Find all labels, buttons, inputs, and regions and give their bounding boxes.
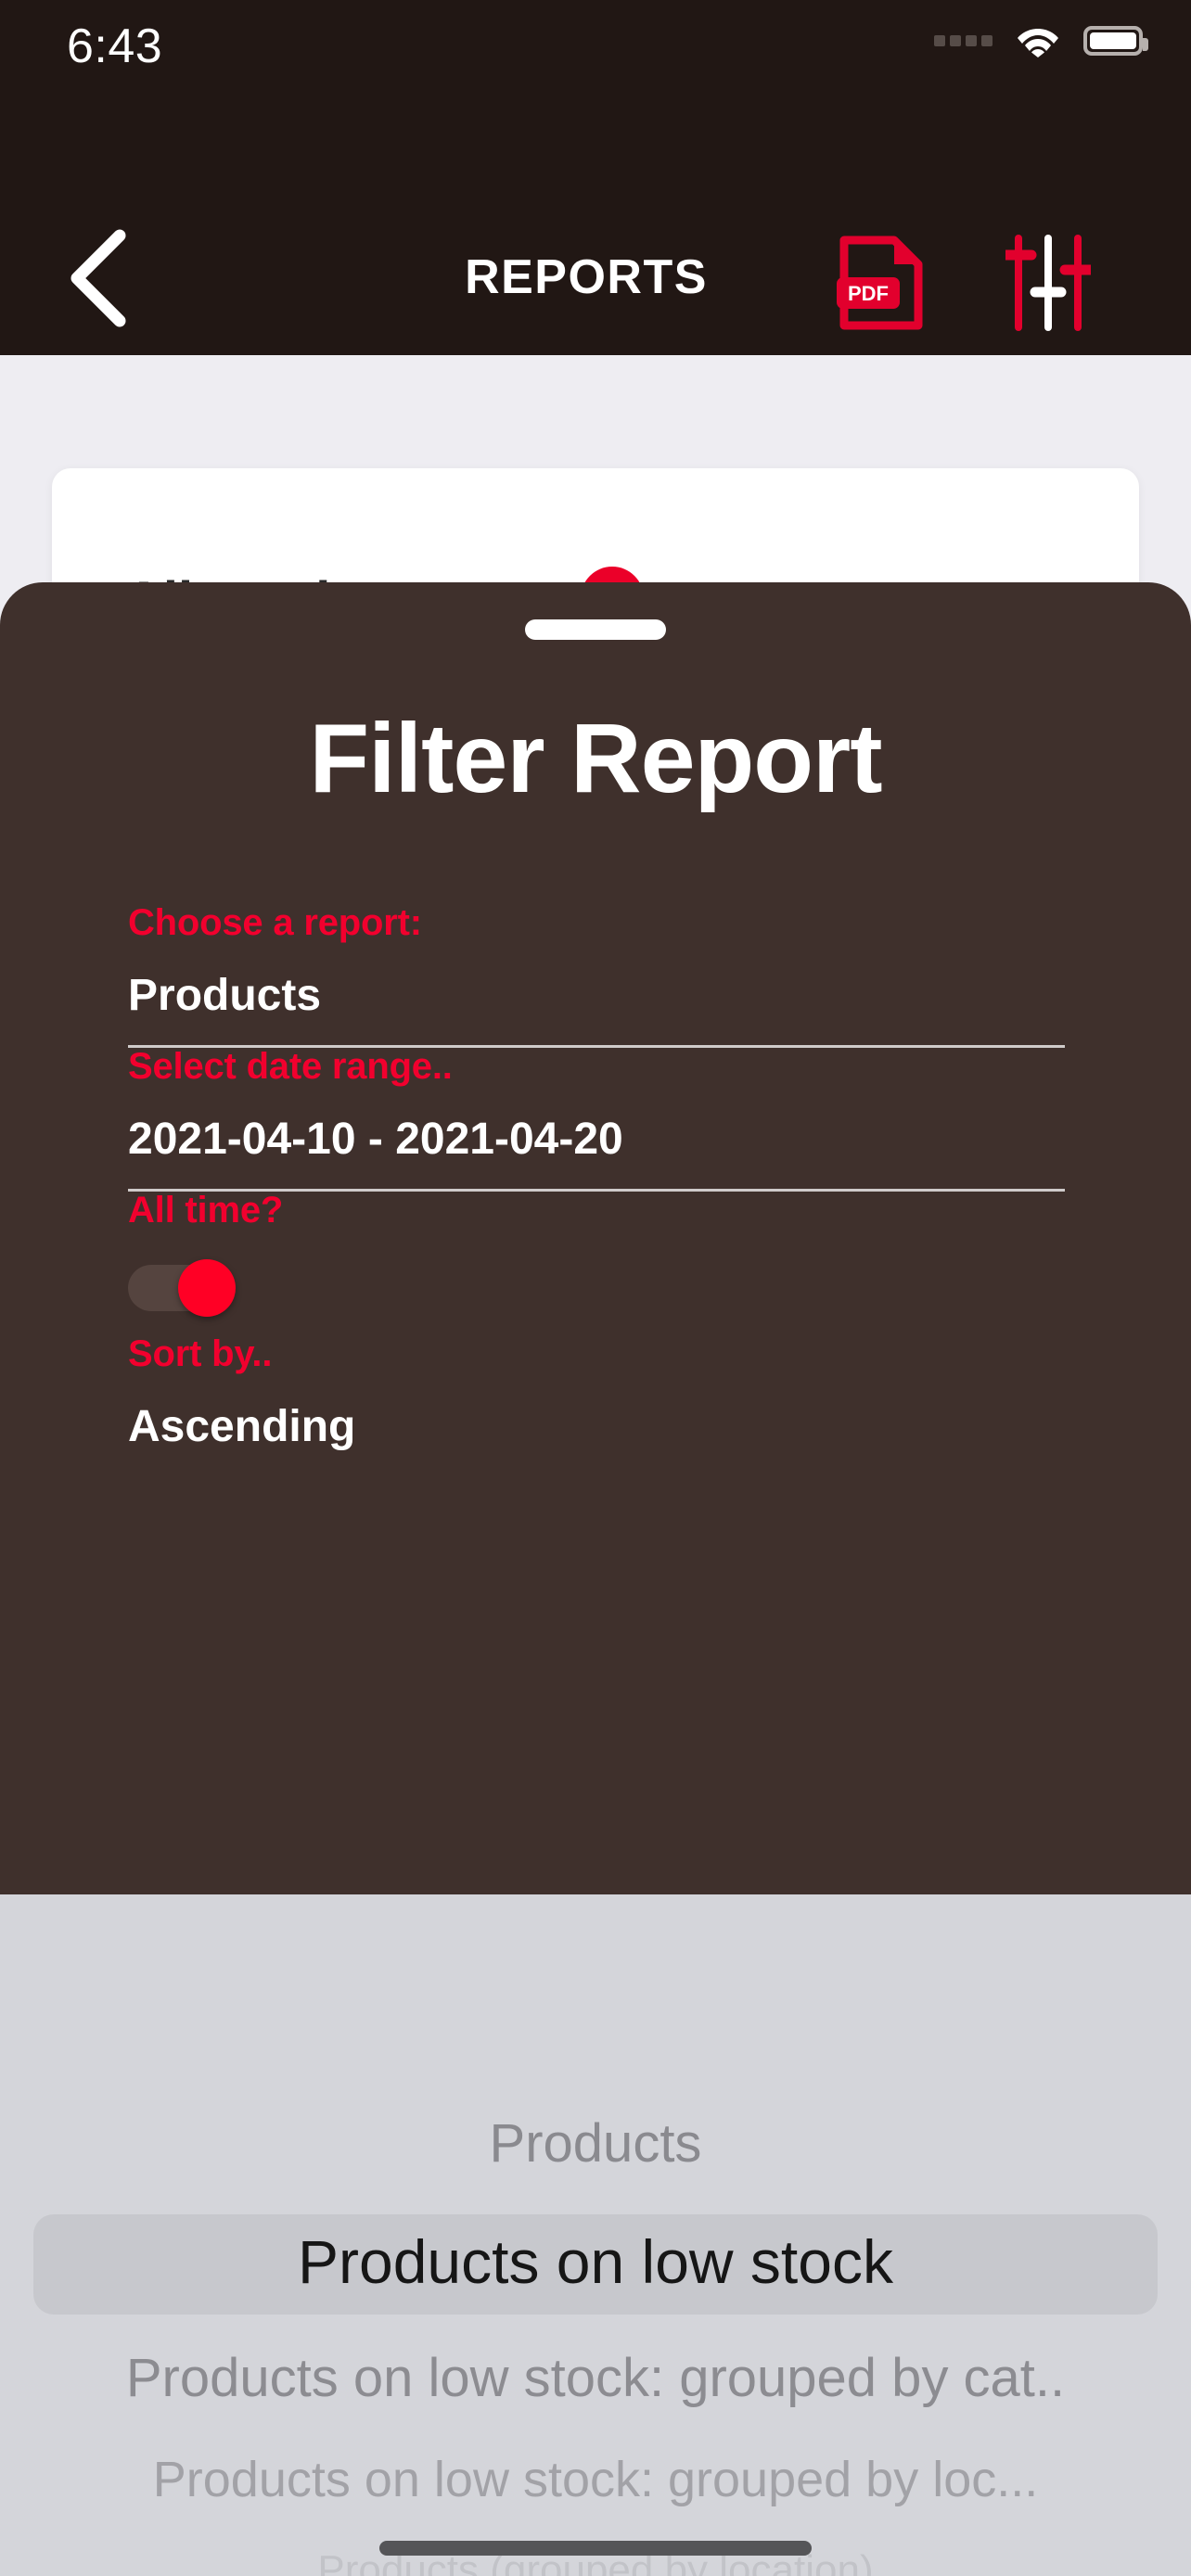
- field-choose-report[interactable]: Choose a report: Products: [128, 902, 1065, 1048]
- report-picker-wheel[interactable]: Products Products on low stock Products …: [0, 1894, 1191, 2576]
- battery-full-icon: [1083, 26, 1148, 56]
- all-time-label: All time?: [128, 1190, 284, 1231]
- svg-text:PDF: PDF: [848, 282, 889, 305]
- field-date-range[interactable]: Select date range.. 2021-04-10 - 2021-04…: [128, 1046, 1065, 1192]
- picker-option[interactable]: Products: [0, 2112, 1191, 2174]
- pdf-export-button[interactable]: PDF: [830, 236, 932, 331]
- all-time-toggle[interactable]: [128, 1259, 243, 1317]
- navigation-bar: REPORTS PDF: [0, 199, 1191, 355]
- sheet-grabber-handle[interactable]: [525, 619, 666, 640]
- date-range-value[interactable]: 2021-04-10 - 2021-04-20: [128, 1114, 1065, 1165]
- pdf-export-icon: PDF: [837, 235, 926, 336]
- status-bar: 6:43: [0, 0, 1191, 199]
- status-bar-time: 6:43: [67, 19, 163, 73]
- field-sort-by[interactable]: Sort by.. Ascending: [128, 1333, 1065, 1452]
- picker-option[interactable]: Products on low stock: grouped by loc...: [0, 2451, 1191, 2508]
- filter-sheet-title: Filter Report: [309, 704, 882, 813]
- home-indicator[interactable]: [379, 2541, 812, 2556]
- picker-option-selected[interactable]: Products on low stock: [0, 2226, 1191, 2297]
- signal-dots-icon: [934, 35, 992, 46]
- date-range-label: Select date range..: [128, 1046, 453, 1087]
- filter-button[interactable]: [997, 234, 1099, 331]
- sort-by-label: Sort by..: [128, 1333, 273, 1374]
- picker-option[interactable]: Products on low stock: grouped by cat..: [0, 2347, 1191, 2409]
- choose-report-label: Choose a report:: [128, 902, 422, 943]
- sort-by-value[interactable]: Ascending: [128, 1401, 1065, 1452]
- choose-report-value[interactable]: Products: [128, 970, 1065, 1021]
- sliders-filter-icon: [1000, 234, 1096, 336]
- app-screen: 6:43 REPORTS PDF Filter Report Choose a …: [0, 0, 1191, 2576]
- status-bar-indicators: [934, 24, 1148, 57]
- all-time-toggle-knob: [178, 1259, 236, 1317]
- wifi-icon: [1017, 24, 1059, 57]
- field-all-time: All time?: [128, 1190, 1065, 1317]
- filter-report-sheet: Filter Report Choose a report: Products …: [0, 582, 1191, 1894]
